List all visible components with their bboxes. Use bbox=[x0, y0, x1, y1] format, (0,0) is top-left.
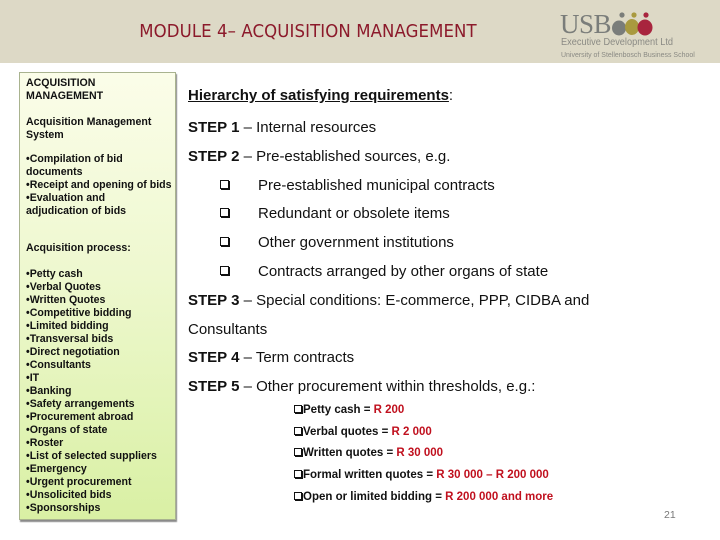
logo-subtitle: Executive Development Ltd bbox=[561, 37, 673, 48]
step2-item-text: Other government institutions bbox=[258, 234, 454, 251]
threshold-item: Written quotes = R 30 000 bbox=[294, 447, 443, 459]
list-item: •Procurement abroad bbox=[26, 411, 134, 423]
list-item: •Unsolicited bids bbox=[26, 489, 112, 501]
checkbox-icon bbox=[220, 266, 229, 275]
page-number: 21 bbox=[664, 509, 676, 521]
checkbox-icon bbox=[294, 405, 302, 413]
threshold-amount: R 2 000 bbox=[391, 426, 432, 438]
step-label: STEP 2 bbox=[188, 148, 240, 165]
threshold-item: Formal written quotes = R 30 000 – R 200… bbox=[294, 469, 549, 481]
list-item: •Urgent procurement bbox=[26, 476, 132, 488]
step2-item-text: Redundant or obsolete items bbox=[258, 205, 450, 222]
list-item: •Verbal Quotes bbox=[26, 281, 101, 293]
sidebar-box: ACQUISITION MANAGEMENT Acquisition Manag… bbox=[19, 72, 176, 520]
people-figures-icon bbox=[612, 12, 653, 36]
threshold-label: Written quotes = bbox=[303, 447, 397, 459]
list-item: •Direct negotiation bbox=[26, 346, 120, 358]
list-item: •Compilation of bid documents bbox=[26, 153, 123, 178]
threshold-item: Petty cash = R 200 bbox=[294, 404, 404, 416]
threshold-label: Verbal quotes = bbox=[303, 426, 392, 438]
sidebar-title: ACQUISITION MANAGEMENT bbox=[26, 77, 104, 102]
list-item: •Petty cash bbox=[26, 268, 83, 280]
list-item: •Emergency bbox=[26, 463, 87, 475]
checkbox-icon bbox=[220, 208, 229, 217]
list-item: •Transversal bids bbox=[26, 333, 114, 345]
list-item: •Evaluation and adjudication of bids bbox=[26, 192, 127, 217]
checkbox-icon bbox=[220, 180, 229, 189]
step-label: STEP 5 bbox=[188, 378, 240, 395]
list-item: •Roster bbox=[26, 437, 64, 449]
list-item: •Safety arrangements bbox=[26, 398, 135, 410]
step2-item-text: Contracts arranged by other organs of st… bbox=[258, 263, 549, 280]
step-text: – Other procurement within thresholds, e… bbox=[239, 378, 536, 395]
threshold-label: Formal written quotes = bbox=[303, 469, 437, 481]
step-label: STEP 4 bbox=[188, 349, 240, 366]
checkbox-icon bbox=[294, 427, 302, 435]
step-label: STEP 3 bbox=[188, 292, 240, 309]
threshold-label: Open or limited bidding = bbox=[303, 491, 446, 503]
list-item: •Organs of state bbox=[26, 424, 108, 436]
step2-item: Pre-established municipal contracts bbox=[220, 177, 495, 194]
checkbox-icon bbox=[294, 470, 302, 478]
list-item: •List of selected suppliers bbox=[26, 450, 157, 462]
checkbox-icon bbox=[294, 492, 302, 500]
step2-item: Contracts arranged by other organs of st… bbox=[220, 263, 548, 280]
logo-university: University of Stellenbosch Business Scho… bbox=[561, 50, 695, 59]
slide-title: MODULE 4– ACQUISITION MANAGEMENT bbox=[139, 21, 477, 42]
threshold-label: Petty cash = bbox=[303, 404, 374, 416]
step-3-continuation: Consultants bbox=[188, 321, 268, 338]
step2-item: Redundant or obsolete items bbox=[220, 205, 450, 222]
threshold-amount: R 30 000 – R 200 000 bbox=[436, 469, 549, 481]
list-item: •Receipt and opening of bids bbox=[26, 179, 172, 191]
threshold-amount: R 200 000 and more bbox=[445, 491, 554, 503]
step-text: – Special conditions: E-commerce, PPP, C… bbox=[239, 292, 590, 309]
slide-header: MODULE 4– ACQUISITION MANAGEMENT USB Exe… bbox=[0, 0, 720, 63]
checkbox-icon bbox=[220, 237, 229, 246]
step-text: – Internal resources bbox=[239, 119, 377, 136]
list-item: •Banking bbox=[26, 385, 72, 397]
step-3: STEP 3 – Special conditions: E-commerce,… bbox=[188, 292, 589, 309]
hierarchy-heading-text: Hierarchy of satisfying requirements bbox=[188, 87, 449, 104]
list-item: •Competitive bidding bbox=[26, 307, 132, 319]
usb-logo: USB Executive Development Ltd University… bbox=[556, 6, 716, 59]
threshold-amount: R 30 000 bbox=[396, 447, 444, 459]
threshold-item: Open or limited bidding = R 200 000 and … bbox=[294, 491, 553, 503]
step-text: – Pre-established sources, e.g. bbox=[239, 148, 451, 165]
list-item: •Limited bidding bbox=[26, 320, 109, 332]
heading-colon: : bbox=[448, 87, 454, 104]
step-text: – Term contracts bbox=[239, 349, 355, 366]
step-5: STEP 5 – Other procurement within thresh… bbox=[188, 378, 535, 395]
step-4: STEP 4 – Term contracts bbox=[188, 349, 354, 366]
step2-item: Other government institutions bbox=[220, 234, 454, 251]
step-label: STEP 1 bbox=[188, 119, 240, 136]
step-1: STEP 1 – Internal resources bbox=[188, 119, 376, 136]
sidebar-system-list: •Compilation of bid documents •Receipt a… bbox=[26, 153, 172, 218]
step-2: STEP 2 – Pre-established sources, e.g. bbox=[188, 148, 450, 165]
list-item: •Sponsorships bbox=[26, 502, 101, 514]
logo-wordmark: USB bbox=[560, 9, 612, 39]
list-item: •Written Quotes bbox=[26, 294, 106, 306]
hierarchy-heading: Hierarchy of satisfying requirements: bbox=[188, 87, 453, 104]
threshold-amount: R 200 bbox=[373, 404, 405, 416]
threshold-item: Verbal quotes = R 2 000 bbox=[294, 426, 432, 438]
step2-item-text: Pre-established municipal contracts bbox=[258, 177, 495, 194]
sidebar-process-heading: Acquisition process: bbox=[26, 242, 131, 254]
list-item: •IT bbox=[26, 372, 40, 384]
sidebar-system-heading: Acquisition Management System bbox=[26, 116, 152, 141]
checkbox-icon bbox=[294, 448, 302, 456]
list-item: •Consultants bbox=[26, 359, 91, 371]
sidebar-process-list: •Petty cash •Verbal Quotes •Written Quot… bbox=[26, 268, 170, 515]
